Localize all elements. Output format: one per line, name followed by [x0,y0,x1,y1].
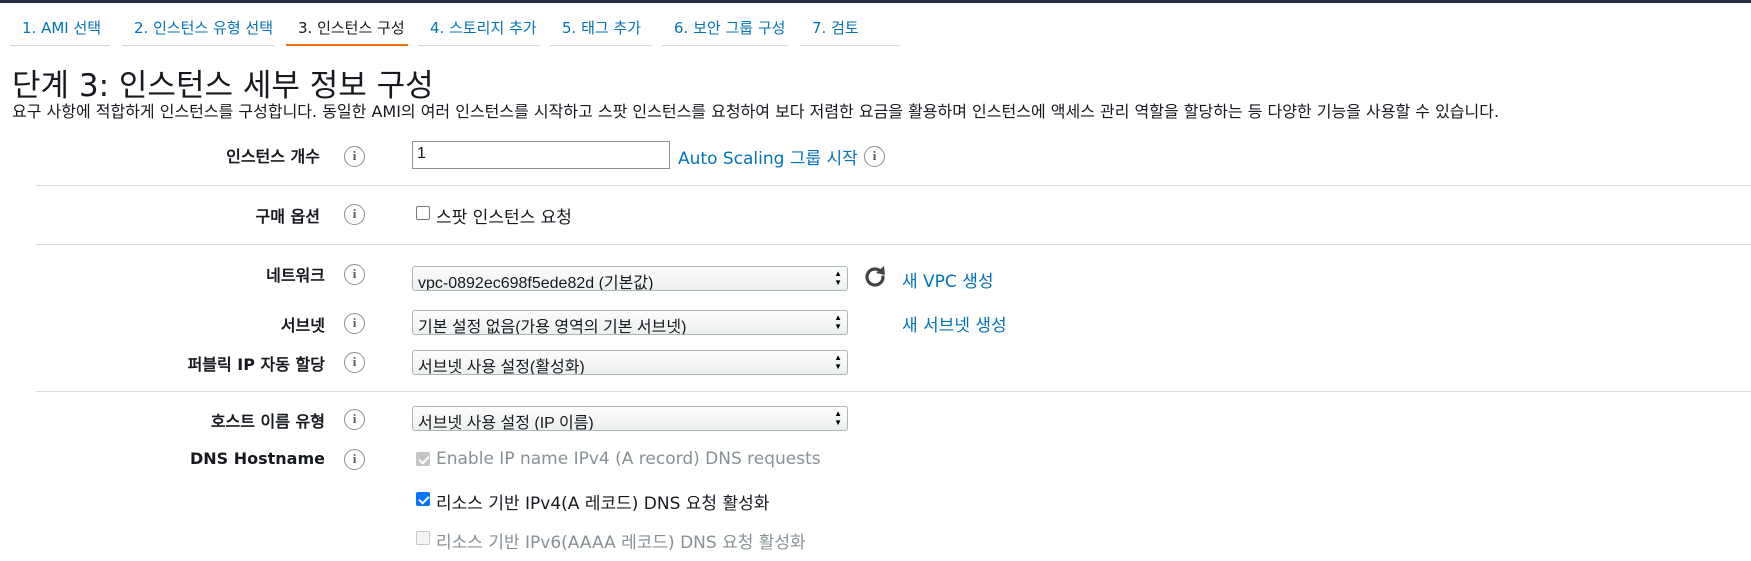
spot-instance-option[interactable]: 스팟 인스턴스 요청 [416,203,572,228]
step-add-tags[interactable]: 5. 태그 추가 [550,3,652,46]
instance-count-input[interactable]: 1 [412,141,670,169]
dns-option-resource-ipv4[interactable]: 리소스 기반 IPv4(A 레코드) DNS 요청 활성화 [416,489,769,514]
divider [36,391,1751,392]
up-down-arrows-icon: ▲ ▼ [834,269,842,287]
dns-resource-ipv6-checkbox [416,531,430,545]
dns-resource-ipv6-label: 리소스 기반 IPv6(AAAA 레코드) DNS 요청 활성화 [436,533,806,553]
network-label: 네트워크 [266,266,325,285]
step-add-storage[interactable]: 4. 스토리지 추가 [418,3,540,46]
up-down-arrows-icon: ▲ ▼ [834,409,842,427]
up-down-arrows-icon: ▲ ▼ [834,353,842,371]
network-select-value: vpc-0892ec698f5ede82d (기본값) [418,275,654,291]
public-ip-label: 퍼블릭 IP 자동 할당 [187,355,325,374]
purchase-option-label: 구매 옵션 [255,207,320,226]
spot-instance-checkbox[interactable] [416,206,430,220]
subnet-select[interactable]: 기본 설정 없음(가용 영역의 기본 서브넷) ▲ ▼ [412,310,848,335]
dns-ip-name-ipv4-checkbox [416,452,430,466]
dns-resource-ipv4-label: 리소스 기반 IPv4(A 레코드) DNS 요청 활성화 [436,494,770,514]
subnet-select-value: 기본 설정 없음(가용 영역의 기본 서브넷) [418,319,687,335]
subnet-label: 서브넷 [280,316,325,335]
hostname-type-select-value: 서브넷 사용 설정 (IP 이름) [418,415,594,431]
info-circle-icon[interactable]: i [344,409,365,430]
instance-count-label: 인스턴스 개수 [226,147,320,166]
public-ip-select-value: 서브넷 사용 설정(활성화) [418,359,585,375]
hostname-type-label: 호스트 이름 유형 [210,412,325,431]
info-circle-icon[interactable]: i [344,146,365,167]
dns-hostname-label: DNS Hostname [189,449,325,468]
step-configure-instance[interactable]: 3. 인스턴스 구성 [286,3,408,46]
info-circle-icon[interactable]: i [344,204,365,225]
network-select[interactable]: vpc-0892ec698f5ede82d (기본값) ▲ ▼ [412,266,848,291]
dns-option-resource-ipv6: 리소스 기반 IPv6(AAAA 레코드) DNS 요청 활성화 [416,528,806,553]
asg-launch-link[interactable]: Auto Scaling 그룹 시작 [678,144,858,169]
page-description: 요구 사항에 적합하게 인스턴스를 구성합니다. 동일한 AMI의 여러 인스턴… [12,102,1500,121]
wizard-steps: 1. AMI 선택 2. 인스턴스 유형 선택 3. 인스턴스 구성 4. 스토… [0,3,1751,47]
step-review[interactable]: 7. 검토 [800,3,900,46]
spot-instance-label: 스팟 인스턴스 요청 [436,208,572,228]
step-ami[interactable]: 1. AMI 선택 [10,3,110,46]
hostname-type-select[interactable]: 서브넷 사용 설정 (IP 이름) ▲ ▼ [412,406,848,431]
step-instance-type[interactable]: 2. 인스턴스 유형 선택 [122,3,274,46]
info-circle-icon[interactable]: i [864,146,885,167]
create-vpc-link[interactable]: 새 VPC 생성 [902,267,993,292]
info-circle-icon[interactable]: i [344,352,365,373]
divider [36,185,1751,186]
dns-ip-name-ipv4-label: Enable IP name IPv4 (A record) DNS reque… [436,449,821,469]
info-circle-icon[interactable]: i [344,264,365,285]
public-ip-select[interactable]: 서브넷 사용 설정(활성화) ▲ ▼ [412,350,848,375]
step-security-group[interactable]: 6. 보안 그룹 구성 [662,3,788,46]
dns-option-ip-name-ipv4: Enable IP name IPv4 (A record) DNS reque… [416,449,821,469]
info-circle-icon[interactable]: i [344,449,365,470]
info-circle-icon[interactable]: i [344,313,365,334]
dns-resource-ipv4-checkbox[interactable] [416,492,430,506]
refresh-icon[interactable] [862,264,888,290]
up-down-arrows-icon: ▲ ▼ [834,313,842,331]
divider [36,244,1751,245]
create-subnet-link[interactable]: 새 서브넷 생성 [902,311,1007,336]
